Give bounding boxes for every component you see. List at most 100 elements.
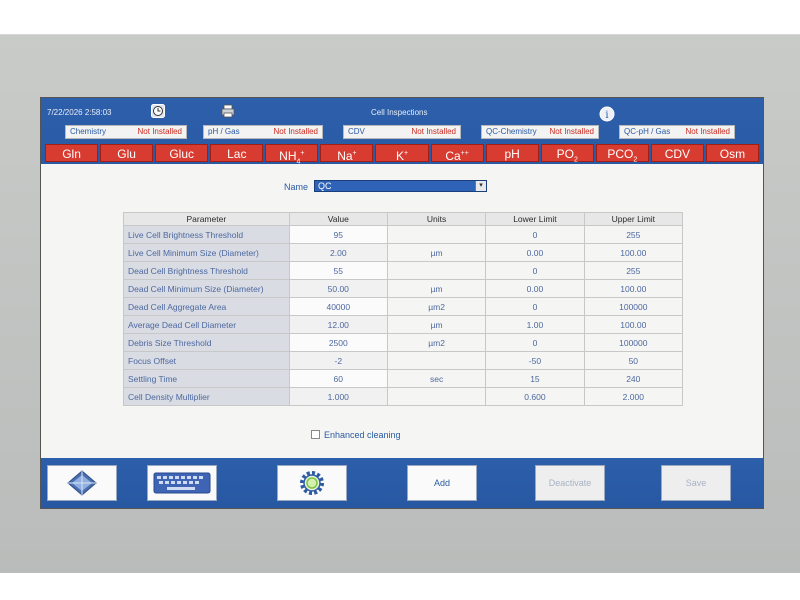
parameter-cell: Dead Cell Brightness Threshold (123, 261, 290, 280)
value-cell[interactable]: -2 (288, 351, 388, 370)
table-row[interactable]: Debris Size Threshold 2500 µm2 0 100000 (123, 333, 684, 352)
table-row[interactable]: Live Cell Minimum Size (Diameter) 2.00 µm 0… (123, 243, 684, 262)
status-qc-chemistry: QC-Chemistry Not Installed (481, 125, 599, 139)
table-row[interactable]: Dead Cell Brightness Threshold 55 0 255 (123, 261, 684, 280)
analyte-na-button[interactable]: Na+ (320, 144, 374, 163)
svg-text:i: i (605, 110, 608, 121)
save-button[interactable]: Save (661, 465, 731, 501)
name-select-value: QC (318, 181, 332, 191)
analyte-gln-button[interactable]: Gln (45, 144, 99, 162)
status-chemistry: Chemistry Not Installed (65, 125, 187, 139)
table-row[interactable]: Focus Offset -2 -50 50 (123, 351, 684, 370)
value-cell[interactable]: 2.00 (288, 243, 388, 262)
status-qc-ph-gas: QC-pH / Gas Not Installed (619, 125, 735, 139)
column-header: Parameter (123, 212, 290, 226)
units-cell (386, 261, 487, 280)
analyte-ph-button[interactable]: pH (485, 144, 539, 162)
checkbox-icon[interactable] (311, 430, 320, 439)
value-cell[interactable]: 40000 (288, 297, 388, 316)
upper-limit-cell: 240 (583, 369, 684, 388)
navigation-button[interactable] (47, 465, 117, 501)
value-cell[interactable]: 55 (288, 261, 388, 280)
keyboard-button[interactable] (147, 465, 217, 501)
analyte-ca-button[interactable]: Ca++ (430, 144, 484, 163)
table-row[interactable]: Dead Cell Minimum Size (Diameter) 50.00 µm… (123, 279, 684, 298)
value-cell[interactable]: 50.00 (288, 279, 388, 298)
table-row[interactable]: Live Cell Brightness Threshold 95 0 255 (123, 225, 684, 244)
units-cell: µm2 (386, 333, 487, 352)
lower-limit-cell: 0.00 (485, 279, 585, 298)
lower-limit-cell: -50 (485, 351, 585, 370)
parameter-cell: Debris Size Threshold (123, 333, 290, 352)
value-cell[interactable]: 2500 (288, 333, 388, 352)
analyte-cdv-button[interactable]: CDV (650, 144, 704, 162)
analyte-po-button[interactable]: PO2 (540, 144, 594, 163)
units-cell: µm (386, 243, 487, 262)
parameter-cell: Average Dead Cell Diameter (123, 315, 290, 334)
lower-limit-cell: 0 (485, 333, 585, 352)
lower-limit-cell: 0 (485, 297, 585, 316)
name-label: Name (284, 182, 309, 192)
info-icon[interactable]: i (599, 106, 615, 122)
name-select[interactable]: QC ▾ (314, 180, 487, 192)
upper-limit-cell: 100.00 (583, 279, 684, 298)
lower-limit-cell: 0 (485, 261, 585, 280)
analyte-bar: Gln Glu Gluc Lac NH4+ Na+ K+ Ca++ pH PO2 PCO2 CDV Os… (45, 144, 760, 165)
parameter-cell: Live Cell Minimum Size (Diameter) (123, 243, 290, 262)
column-header: Lower Limit (485, 212, 585, 226)
chevron-down-icon[interactable]: ▾ (475, 181, 486, 191)
table-row[interactable]: Average Dead Cell Diameter 12.00 µm 1.00 100… (123, 315, 684, 334)
analyte-gluc-button[interactable]: Gluc (155, 144, 209, 162)
units-cell (386, 351, 487, 370)
units-cell: µm2 (386, 297, 487, 316)
add-button[interactable]: Add (407, 465, 477, 501)
upper-limit-cell: 100000 (583, 297, 684, 316)
table-header-row: Parameter Value Units Lower Limit Upper Limi… (123, 212, 684, 226)
header-bar: 7/22/2026 2:58:03 Cell Inspections i Che… (41, 98, 763, 165)
clock-icon[interactable] (151, 104, 165, 118)
status-cdv: CDV Not Installed (343, 125, 461, 139)
analyte-k-button[interactable]: K+ (375, 144, 429, 163)
enhanced-cleaning-checkbox[interactable]: Enhanced cleaning (311, 430, 401, 440)
upper-limit-cell: 100.00 (583, 315, 684, 334)
analyte-glu-button[interactable]: Glu (100, 144, 154, 162)
settings-button[interactable] (277, 465, 347, 501)
parameters-table: Parameter Value Units Lower Limit Upper Limi… (123, 212, 684, 406)
table-row[interactable]: Settling Time 60 sec 15 240 (123, 369, 684, 388)
printer-icon[interactable] (221, 104, 235, 118)
parameter-cell: Dead Cell Aggregate Area (123, 297, 290, 316)
column-header: Value (288, 212, 388, 226)
parameter-cell: Focus Offset (123, 351, 290, 370)
keyboard-icon (153, 472, 211, 494)
status-ph-gas: pH / Gas Not Installed (203, 125, 323, 139)
lower-limit-cell: 1.00 (485, 315, 585, 334)
settings-gear-icon (300, 471, 324, 495)
column-header: Upper Limit (583, 212, 684, 226)
upper-limit-cell: 100.00 (583, 243, 684, 262)
value-cell[interactable]: 60 (288, 369, 388, 388)
navigation-icon (67, 470, 97, 496)
datetime: 7/22/2026 2:58:03 (47, 108, 112, 117)
deactivate-button[interactable]: Deactivate (535, 465, 605, 501)
table-row[interactable]: Cell Density Multiplier 1.000 0.600 2.000 (123, 387, 684, 406)
lower-limit-cell: 15 (485, 369, 585, 388)
analyte-lac-button[interactable]: Lac (210, 144, 264, 162)
units-cell (386, 387, 487, 406)
lower-limit-cell: 0.00 (485, 243, 585, 262)
analyte-pco-button[interactable]: PCO2 (595, 144, 649, 163)
upper-limit-cell: 2.000 (583, 387, 684, 406)
value-cell[interactable]: 1.000 (288, 387, 388, 406)
lower-limit-cell: 0.600 (485, 387, 585, 406)
value-cell[interactable]: 95 (288, 225, 388, 244)
column-header: Units (386, 212, 487, 226)
value-cell[interactable]: 12.00 (288, 315, 388, 334)
units-cell (386, 225, 487, 244)
parameter-cell: Live Cell Brightness Threshold (123, 225, 290, 244)
analyte-nh-button[interactable]: NH4+ (265, 144, 319, 165)
page-title: Cell Inspections (371, 108, 428, 117)
screen: 7/22/2026 2:58:03 Cell Inspections i Che… (40, 97, 764, 509)
table-row[interactable]: Dead Cell Aggregate Area 40000 µm2 0 100000 (123, 297, 684, 316)
lower-limit-cell: 0 (485, 225, 585, 244)
analyte-osm-button[interactable]: Osm (705, 144, 760, 162)
units-cell: µm (386, 279, 487, 298)
